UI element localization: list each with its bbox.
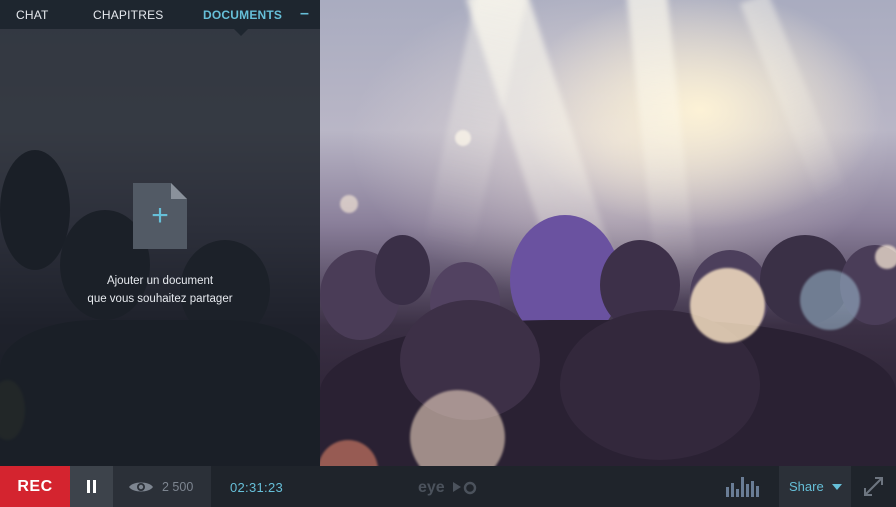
documents-panel: CHAT CHAPITRES DOCUMENTS – + Ajouter un … <box>0 0 320 466</box>
share-label: Share <box>789 479 824 494</box>
pause-button[interactable] <box>70 466 113 507</box>
pause-icon-bar <box>93 480 96 493</box>
active-tab-indicator <box>234 29 248 36</box>
fullscreen-icon[interactable] <box>851 466 896 507</box>
eyeo-logo: eye <box>418 479 477 496</box>
share-dropdown[interactable]: Share <box>779 466 851 507</box>
chevron-down-icon <box>832 484 842 490</box>
add-document-label-line2: que vous souhaitez partager <box>87 293 233 305</box>
svg-text:eye: eye <box>418 479 445 496</box>
elapsed-timer: 02:31:23 <box>230 480 284 495</box>
add-document-label-line1: Ajouter un document <box>106 275 214 287</box>
player-control-bar: REC 2 500 02:31:23 eye Share <box>0 466 896 507</box>
panel-tabs: CHAT CHAPITRES DOCUMENTS – <box>0 0 320 29</box>
views-count: 2 500 <box>162 480 194 494</box>
tab-documents[interactable]: DOCUMENTS <box>203 8 282 22</box>
tab-chat[interactable]: CHAT <box>16 8 49 22</box>
eye-icon <box>129 482 153 492</box>
add-document-button[interactable]: + <box>133 183 187 249</box>
collapse-panel-button[interactable]: – <box>300 5 309 23</box>
audio-level-icon <box>726 477 759 497</box>
document-fold-icon <box>171 183 187 199</box>
tab-chapitres[interactable]: CHAPITRES <box>93 8 163 22</box>
plus-icon: + <box>151 199 169 232</box>
pause-icon <box>87 480 90 493</box>
viewers-counter: 2 500 <box>113 466 211 507</box>
rec-button[interactable]: REC <box>0 466 70 507</box>
